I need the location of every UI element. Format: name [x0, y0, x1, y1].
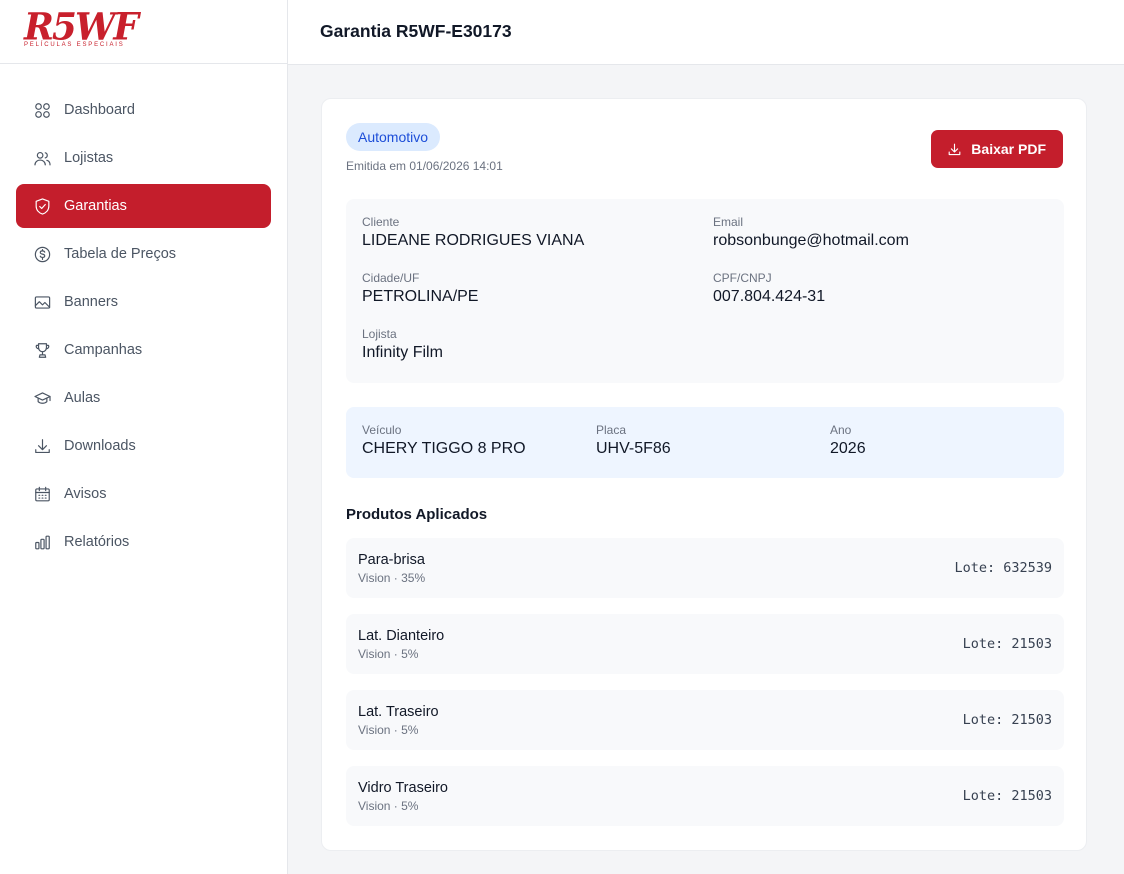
client-doc: 007.804.424-31 — [713, 288, 826, 305]
client-email: robsonbunge@hotmail.com — [713, 232, 909, 249]
sidebar-item-downloads[interactable]: Downloads — [16, 424, 271, 468]
sidebar-item-garantias[interactable]: Garantias — [16, 184, 271, 228]
product-item: Para-brisa Vision · 35% Lote: 632539 — [346, 538, 1064, 598]
bar-chart-icon — [32, 532, 52, 552]
field-label: Cliente — [362, 215, 400, 229]
sidebar-item-tabela-de-precos[interactable]: Tabela de Preços — [16, 232, 271, 276]
download-pdf-label: Baixar PDF — [971, 141, 1046, 157]
graduation-cap-icon — [32, 388, 52, 408]
vehicle-year: 2026 — [830, 440, 866, 457]
products-title: Produtos Aplicados — [346, 506, 488, 523]
sidebar: R5WF PELÍCULAS ESPECIAIS Dashboard Lojis… — [0, 0, 288, 874]
product-item: Lat. Traseiro Vision · 5% Lote: 21503 — [346, 690, 1064, 750]
vehicle-model-field: Veículo CHERY TIGGO 8 PRO — [362, 423, 526, 458]
emitted-date: Emitida em 01/06/2026 14:01 — [346, 159, 503, 173]
store-name: Infinity Film — [362, 344, 443, 361]
product-desc: Vision · 5% — [358, 723, 419, 737]
calendar-icon — [32, 484, 52, 504]
sidebar-nav: Dashboard Lojistas Garantias Tabela de P… — [0, 64, 287, 592]
product-name: Vidro Traseiro — [358, 780, 448, 796]
sidebar-item-aulas[interactable]: Aulas — [16, 376, 271, 420]
sidebar-item-label: Tabela de Preços — [64, 246, 177, 262]
vehicle-plate-field: Placa UHV-5F86 — [596, 423, 671, 458]
sidebar-item-label: Dashboard — [64, 102, 135, 118]
field-label: Veículo — [362, 423, 402, 437]
client-name-field: Cliente LIDEANE RODRIGUES VIANA — [362, 215, 584, 250]
store-field: Lojista Infinity Film — [362, 327, 443, 362]
vehicle-model: CHERY TIGGO 8 PRO — [362, 440, 526, 457]
sidebar-item-campanhas[interactable]: Campanhas — [16, 328, 271, 372]
client-doc-field: CPF/CNPJ 007.804.424-31 — [713, 271, 825, 306]
product-lote: Lote: 632539 — [954, 560, 1052, 576]
sidebar-item-avisos[interactable]: Avisos — [16, 472, 271, 516]
client-city-field: Cidade/UF PETROLINA/PE — [362, 271, 478, 306]
sidebar-item-label: Relatórios — [64, 534, 130, 550]
field-label: CPF/CNPJ — [713, 271, 772, 285]
dollar-circle-icon — [32, 244, 52, 264]
sidebar-item-label: Campanhas — [64, 342, 143, 358]
product-desc: Vision · 35% — [358, 571, 426, 585]
product-name: Lat. Dianteiro — [358, 628, 445, 644]
sidebar-item-lojistas[interactable]: Lojistas — [16, 136, 271, 180]
sidebar-item-label: Avisos — [64, 486, 107, 502]
field-label: Email — [713, 215, 744, 229]
sidebar-item-label: Garantias — [64, 198, 127, 214]
field-label: Cidade/UF — [362, 271, 420, 285]
shield-check-icon — [32, 196, 52, 216]
sidebar-item-relatorios[interactable]: Relatórios — [16, 520, 271, 564]
client-email-field: Email robsonbunge@hotmail.com — [713, 215, 909, 250]
download-pdf-button[interactable]: Baixar PDF — [931, 130, 1063, 168]
client-info: Cliente LIDEANE RODRIGUES VIANA Email ro… — [346, 199, 1064, 383]
page-title: Garantia R5WF-E30173 — [320, 21, 512, 41]
sidebar-item-label: Banners — [64, 294, 119, 310]
logo-text: R5WF — [24, 4, 139, 50]
vehicle-plate: UHV-5F86 — [596, 440, 671, 457]
trophy-icon — [32, 340, 52, 360]
product-desc: Vision · 5% — [358, 647, 419, 661]
product-lote: Lote: 21503 — [962, 636, 1052, 652]
sidebar-item-dashboard[interactable]: Dashboard — [16, 88, 271, 132]
sidebar-item-label: Aulas — [64, 390, 101, 406]
product-item: Vidro Traseiro Vision · 5% Lote: 21503 — [346, 766, 1064, 826]
product-name: Para-brisa — [358, 552, 425, 568]
product-lote: Lote: 21503 — [962, 712, 1052, 728]
logo[interactable]: R5WF PELÍCULAS ESPECIAIS — [0, 0, 287, 64]
product-lote: Lote: 21503 — [962, 788, 1052, 804]
sidebar-item-label: Lojistas — [64, 150, 114, 166]
top-bar: Garantia R5WF-E30173 — [288, 0, 1124, 65]
field-label: Placa — [596, 423, 627, 437]
product-name: Lat. Traseiro — [358, 704, 439, 720]
client-name: LIDEANE RODRIGUES VIANA — [362, 232, 585, 249]
vehicle-info: Veículo CHERY TIGGO 8 PRO Placa UHV-5F86… — [346, 407, 1064, 478]
vehicle-year-field: Ano 2026 — [830, 423, 866, 458]
grid-icon — [32, 100, 52, 120]
download-icon — [948, 143, 961, 155]
client-city: PETROLINA/PE — [362, 288, 479, 305]
warranty-card: Automotivo Emitida em 01/06/2026 14:01 B… — [321, 98, 1087, 851]
field-label: Lojista — [362, 327, 397, 341]
sidebar-item-banners[interactable]: Banners — [16, 280, 271, 324]
field-label: Ano — [830, 423, 852, 437]
users-icon — [32, 148, 52, 168]
sidebar-item-label: Downloads — [64, 438, 136, 454]
download-icon — [32, 436, 52, 456]
image-icon — [32, 292, 52, 312]
category-badge: Automotivo — [346, 123, 441, 151]
product-desc: Vision · 5% — [358, 799, 419, 813]
product-item: Lat. Dianteiro Vision · 5% Lote: 21503 — [346, 614, 1064, 674]
